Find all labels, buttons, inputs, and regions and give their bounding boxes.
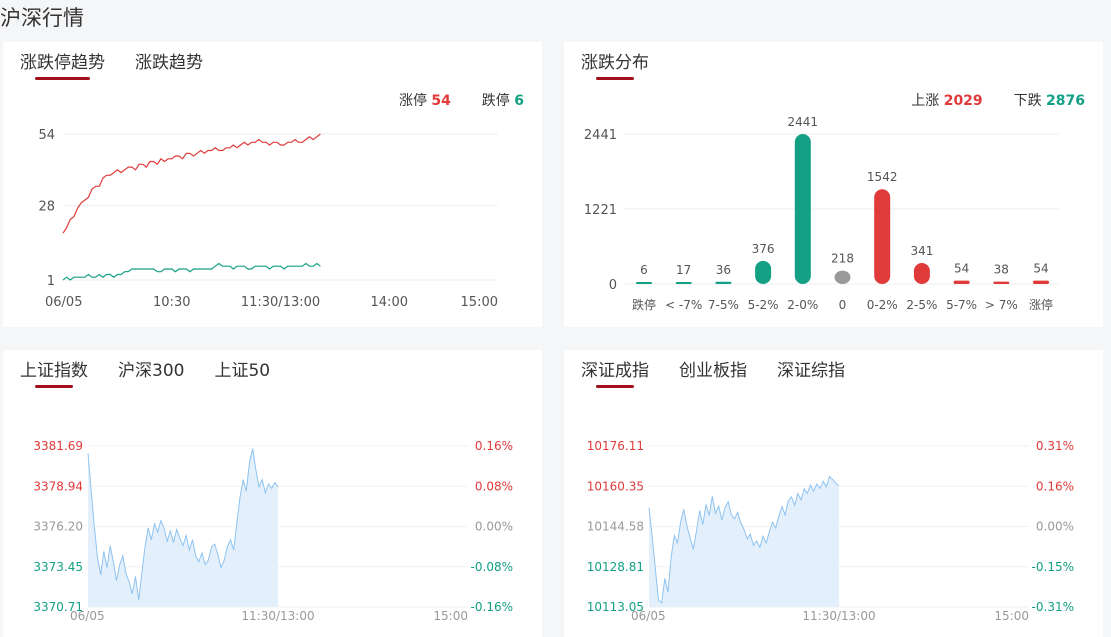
bar-value-label: 17 xyxy=(676,263,691,277)
limit-up-line xyxy=(62,133,321,234)
bar xyxy=(715,281,732,284)
bar-value-label: 38 xyxy=(994,263,1009,277)
y-tick-label-right: 0.08% xyxy=(475,479,513,493)
bar xyxy=(913,263,930,284)
bar xyxy=(1033,280,1049,284)
y-tick-label-left: 10176.11 xyxy=(587,439,644,453)
y-tick-label-right: -0.15% xyxy=(1032,560,1074,574)
x-tick-label: < -7% xyxy=(665,298,702,312)
bar-value-label: 218 xyxy=(831,252,854,266)
y-tick-label-right: 0.31% xyxy=(1036,439,1074,453)
y-tick-label-right: 0.00% xyxy=(1036,520,1074,534)
x-tick-label: 06/05 xyxy=(631,609,666,623)
bar xyxy=(834,270,851,284)
y-tick-label-right: 0.00% xyxy=(475,520,513,534)
y-tick-label-left: 10144.58 xyxy=(587,520,644,534)
bar xyxy=(953,280,970,284)
x-tick-label: 11:30/13:00 xyxy=(241,295,320,310)
bar-value-label: 6 xyxy=(640,263,648,277)
x-tick-label: 5-7% xyxy=(946,298,977,312)
x-tick-label: 15:00 xyxy=(994,609,1029,623)
y-tick-label-left: 3373.45 xyxy=(33,560,83,574)
x-tick-label: 15:00 xyxy=(433,609,468,623)
x-tick-label: 06/05 xyxy=(45,295,82,310)
y-tick-label-right: -0.31% xyxy=(1032,600,1074,614)
page-title: 沪深行情 xyxy=(0,6,84,30)
bar-value-label: 1542 xyxy=(867,170,898,184)
x-tick-label: 0-2% xyxy=(867,298,898,312)
bar-value-label: 36 xyxy=(716,263,731,277)
bar xyxy=(636,282,652,284)
x-tick-label: 11:30/13:00 xyxy=(802,609,875,623)
x-tick-label: 14:00 xyxy=(371,295,408,310)
y-tick-label: 1 xyxy=(47,274,55,289)
x-tick-label: 5-2% xyxy=(748,298,779,312)
bar-value-label: 341 xyxy=(910,244,933,258)
bar xyxy=(755,260,772,284)
y-tick-label-right: -0.08% xyxy=(471,560,513,574)
x-tick-label: 15:00 xyxy=(461,295,498,310)
y-tick-label-left: 10128.81 xyxy=(587,560,644,574)
distribution-panel: 涨跌分布 上涨 2029 下跌 2876 0 1221 2441 6 跌停 17 < -7%… xyxy=(564,42,1103,327)
y-tick-label: 0 xyxy=(609,278,617,293)
x-tick-label: 0 xyxy=(839,298,847,312)
x-tick-label: 2-0% xyxy=(787,298,818,312)
bar xyxy=(874,189,891,284)
sz-index-panel: 深证成指 创业板指 深证综指 10176.11 0.31% 10160.35 0.16… xyxy=(564,350,1103,637)
bar-value-label: 376 xyxy=(752,242,775,256)
y-tick-label-right: 0.16% xyxy=(475,439,513,453)
sh-index-chart: 3381.69 0.16% 3378.94 0.08% 3376.20 0.00% 3373… xyxy=(33,439,513,623)
sh-index-panel: 上证指数 沪深300 上证50 3381.69 0.16% 3378.94 0.08%… xyxy=(3,350,542,637)
bar-value-label: 2441 xyxy=(788,115,819,129)
x-tick-label: 11:30/13:00 xyxy=(241,609,314,623)
x-tick-label: 7-5% xyxy=(708,298,739,312)
y-tick-label-left: 3376.20 xyxy=(33,520,83,534)
x-tick-label: 涨停 xyxy=(1029,297,1053,312)
x-tick-label: > 7% xyxy=(985,298,1018,312)
x-tick-label: 2-5% xyxy=(906,298,937,312)
sz-index-chart: 10176.11 0.31% 10160.35 0.16% 10144.58 0.00% 1… xyxy=(587,439,1074,623)
limit-trend-panel: 涨跌停趋势 涨跌趋势 涨停 54 跌停 6 1 28 54 06/05 10:30 11:… xyxy=(3,42,542,327)
index-area xyxy=(88,448,278,607)
y-tick-label-left: 10160.35 xyxy=(587,479,644,493)
y-tick-label-right: 0.16% xyxy=(1036,479,1074,493)
bar xyxy=(675,282,692,284)
y-tick-label-left: 3378.94 xyxy=(33,479,83,493)
y-tick-label: 1221 xyxy=(584,203,617,218)
y-tick-label-right: -0.16% xyxy=(471,600,513,614)
y-tick-label-left: 3381.69 xyxy=(33,439,83,453)
bar xyxy=(794,134,811,284)
x-tick-label: 跌停 xyxy=(632,297,656,312)
y-tick-label: 2441 xyxy=(584,128,617,143)
bar xyxy=(993,281,1010,284)
bar-value-label: 54 xyxy=(1033,262,1048,276)
bar-value-label: 54 xyxy=(954,262,969,276)
limit-trend-chart: 1 28 54 06/05 10:30 11:30/13:00 14:00 15:00 xyxy=(38,128,498,310)
x-tick-label: 06/05 xyxy=(70,609,105,623)
y-tick-label: 28 xyxy=(38,200,55,215)
limit-down-line xyxy=(62,262,321,281)
x-tick-label: 10:30 xyxy=(153,295,190,310)
y-tick-label: 54 xyxy=(38,128,55,143)
distribution-chart: 0 1221 2441 6 跌停 17 < -7% 36 7-5% 376 5-2% 2441 2-0%… xyxy=(584,115,1059,312)
